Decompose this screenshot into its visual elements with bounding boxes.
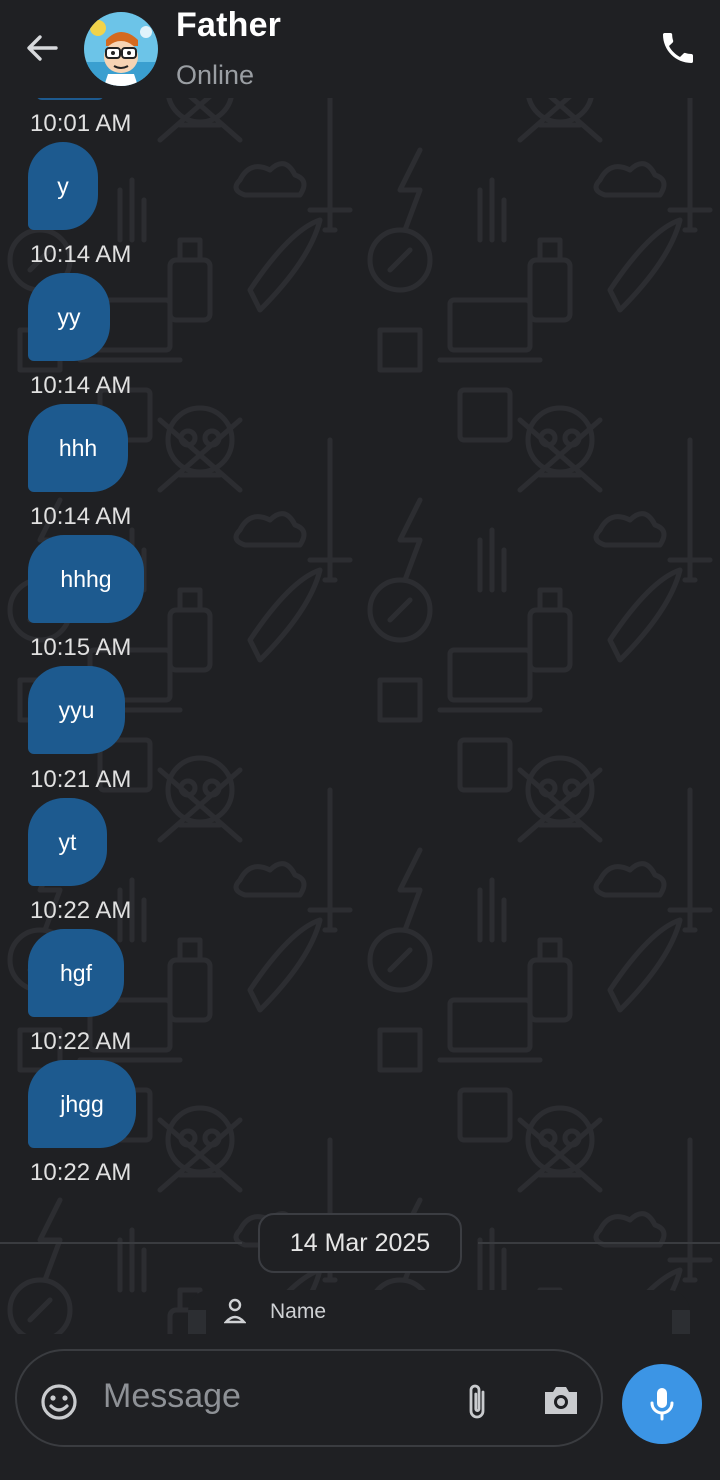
composer-bar: Message [0,1334,720,1480]
card-edge-right [672,1310,690,1334]
message-time: 10:22 AM [30,897,132,924]
contact-status: Online [176,60,255,90]
message-bubble[interactable]: yy [28,273,110,361]
message-bubble[interactable]: hhh [28,404,128,492]
arrow-left-icon[interactable] [22,28,62,68]
chat-header: Father Online [0,0,720,98]
message-bubble[interactable]: y [28,142,98,230]
message-item: hhhg [28,535,144,623]
message-bubble[interactable]: hhhg [28,535,144,623]
message-time: 10:14 AM [30,241,132,268]
message-item: y [28,142,98,230]
microphone-icon [650,1388,674,1421]
phone-icon[interactable] [658,28,698,68]
message-time: 10:22 AM [30,1159,132,1186]
message-item: hgf [28,929,124,1017]
card-edge-left [188,1310,206,1334]
microphone-button[interactable] [622,1364,702,1444]
message-bubble[interactable]: jhgg [28,1060,136,1148]
message-time: 10:14 AM [30,503,132,530]
message-input[interactable]: Message [15,1349,603,1447]
message-bubble[interactable]: hgf [28,929,124,1017]
camera-icon[interactable] [541,1382,581,1418]
message-time: 10:15 AM [30,634,132,661]
message-item: yy [28,273,110,361]
contact-card-partial[interactable]: Name [188,1290,690,1334]
date-divider-left [0,1242,242,1244]
message-item: jhgg [28,1060,136,1148]
date-chip: 14 Mar 2025 [258,1213,462,1273]
message-time: 10:22 AM [30,1028,132,1055]
message-item: yt [28,798,107,886]
message-placeholder: Message [103,1377,241,1415]
message-item: yyu [28,666,125,754]
message-time: 10:21 AM [30,766,132,793]
message-bubble[interactable]: yyu [28,666,125,754]
emoji-icon[interactable] [39,1382,79,1422]
message-time: 10:14 AM [30,372,132,399]
card-label: Name [270,1300,327,1323]
message-item: hhh [28,404,128,492]
message-bubble[interactable]: yt [28,798,107,886]
person-icon [224,1298,246,1324]
paperclip-icon[interactable] [463,1382,493,1422]
message-time: 10:01 AM [30,110,132,137]
date-divider-right [478,1242,720,1244]
contact-name[interactable]: Father [176,6,281,45]
contact-avatar[interactable] [84,12,158,86]
